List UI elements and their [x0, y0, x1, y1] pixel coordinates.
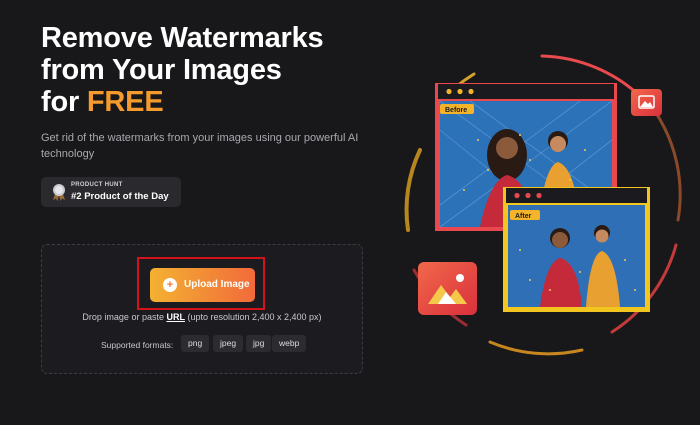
upload-image-button[interactable]: + Upload Image [150, 268, 255, 302]
format-chip-jpeg: jpeg [213, 335, 244, 352]
before-label: Before [445, 107, 467, 114]
format-chip-png: png [181, 335, 210, 352]
free-highlight: FREE [86, 86, 164, 118]
badge-eyebrow: PRODUCT HUNT [71, 182, 123, 188]
format-chip-webp: webp [272, 335, 307, 352]
hero-title: Remove Watermarks from Your Images for F… [41, 22, 361, 118]
supported-formats-label: Supported formats: [101, 340, 174, 350]
format-chip-jpg: jpg [246, 335, 272, 352]
drop-instructions: Drop image or paste URL (upto resolution… [41, 312, 363, 322]
drop-text-after: (upto resolution 2,400 x 2,400 px) [184, 312, 322, 322]
after-label: After [515, 213, 532, 220]
hero-title-line-2: from Your Images [41, 54, 282, 86]
hero-title-prefix: for [41, 86, 87, 118]
hero-title-line-3: for FREE [41, 86, 361, 118]
hero-title-line-1: Remove Watermarks [41, 22, 324, 54]
badge-title: #2 Product of the Day [71, 191, 169, 202]
hero-subtitle: Get rid of the watermarks from your imag… [41, 132, 359, 160]
image-icon [631, 89, 662, 116]
plus-icon: + [163, 278, 177, 292]
after-image-window: After [503, 187, 650, 312]
paste-url-link[interactable]: URL [166, 312, 185, 322]
image-icon [418, 262, 477, 315]
drop-text-before: Drop image or paste [82, 312, 167, 322]
before-after-illustration: Before After [404, 54, 682, 356]
upload-button-label: Upload Image [184, 279, 250, 290]
product-hunt-badge[interactable]: PRODUCT HUNT #2 Product of the Day [41, 177, 181, 207]
medal-icon [53, 184, 65, 201]
